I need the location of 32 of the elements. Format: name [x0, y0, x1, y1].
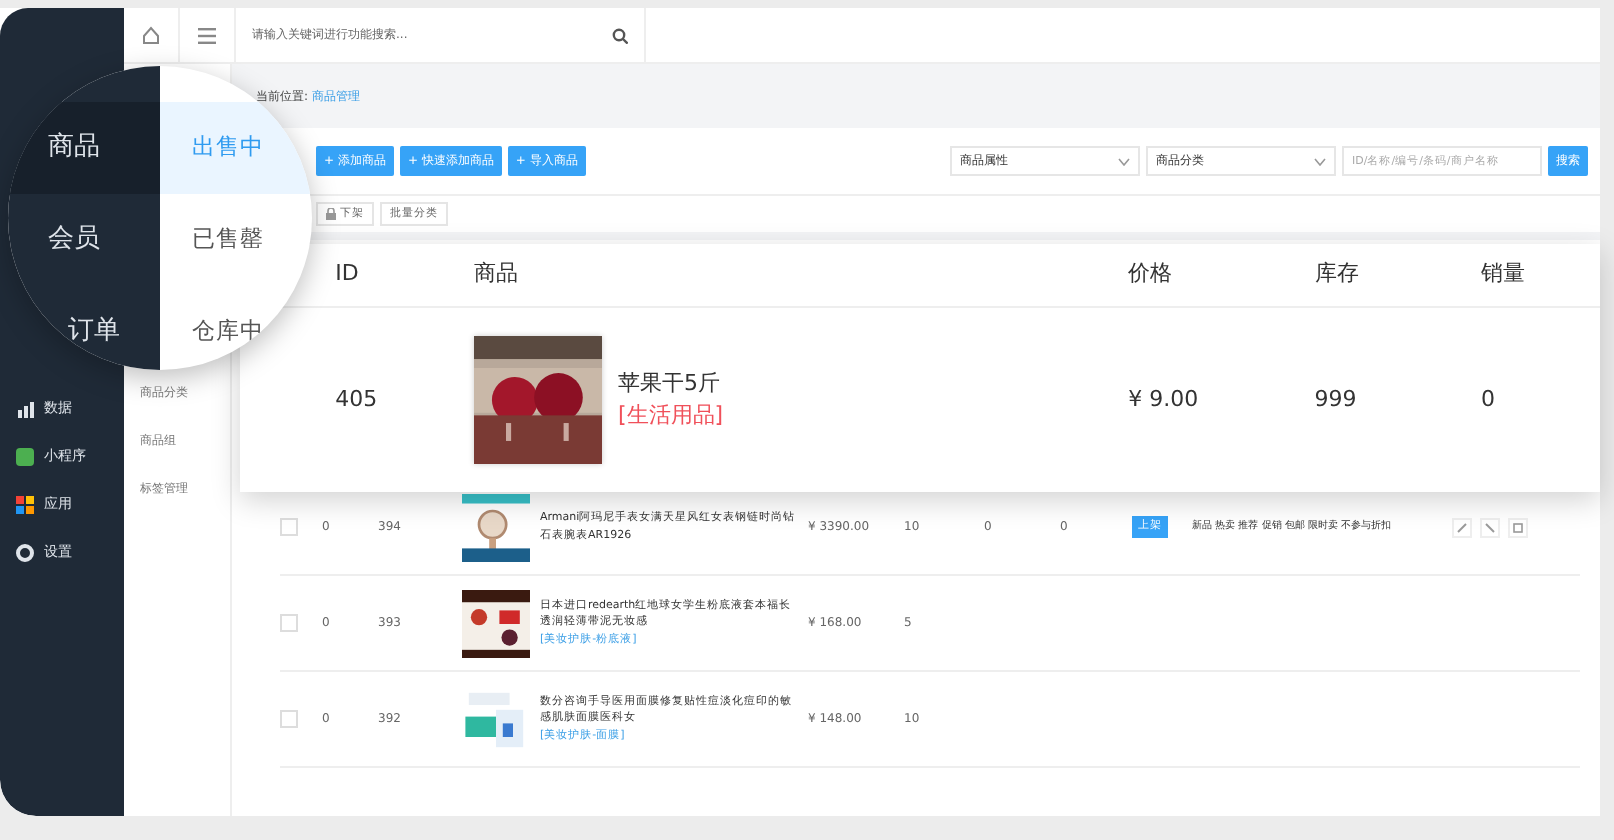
product-name: 苹果干5斤 — [617, 367, 722, 399]
grid-icon — [16, 495, 34, 513]
edit-button[interactable] — [1452, 517, 1472, 537]
caret-icon — [1118, 157, 1130, 165]
search-icon — [612, 27, 628, 43]
table-cell-text: 405 — [335, 383, 380, 416]
submenu-item[interactable]: 仓库中 — [160, 286, 312, 370]
menu-icon — [198, 27, 216, 43]
square-icon — [16, 447, 34, 465]
caret-icon — [1314, 157, 1326, 165]
column-header: ID — [335, 258, 361, 291]
submenu-item[interactable]: 已售罄 — [160, 194, 312, 286]
column-header: 销量 — [1481, 258, 1528, 291]
settings-icon — [16, 543, 34, 561]
menu-item[interactable]: 订单 — [8, 286, 160, 370]
table-cell-text: 999 — [1314, 383, 1359, 416]
column-header: 库存 — [1314, 258, 1361, 291]
category-tag: [生活用品] — [617, 400, 724, 433]
row-checkbox[interactable] — [280, 710, 298, 728]
menu-item[interactable]: 会员 — [8, 194, 160, 286]
row-checkbox[interactable] — [280, 614, 298, 632]
column-header: 商品 — [473, 258, 520, 291]
table-cell-text: 0 — [1481, 383, 1498, 416]
column-header: 价格 — [1128, 258, 1175, 291]
copy-icon — [1512, 521, 1524, 533]
table-cell-text: ¥ 9.00 — [1128, 383, 1201, 416]
bar-chart-icon — [16, 399, 34, 417]
row-checkbox[interactable] — [280, 518, 298, 536]
link-button[interactable] — [1480, 517, 1500, 537]
lock-icon — [326, 208, 336, 220]
home-icon[interactable] — [142, 26, 160, 44]
copy-button[interactable] — [1508, 517, 1528, 537]
